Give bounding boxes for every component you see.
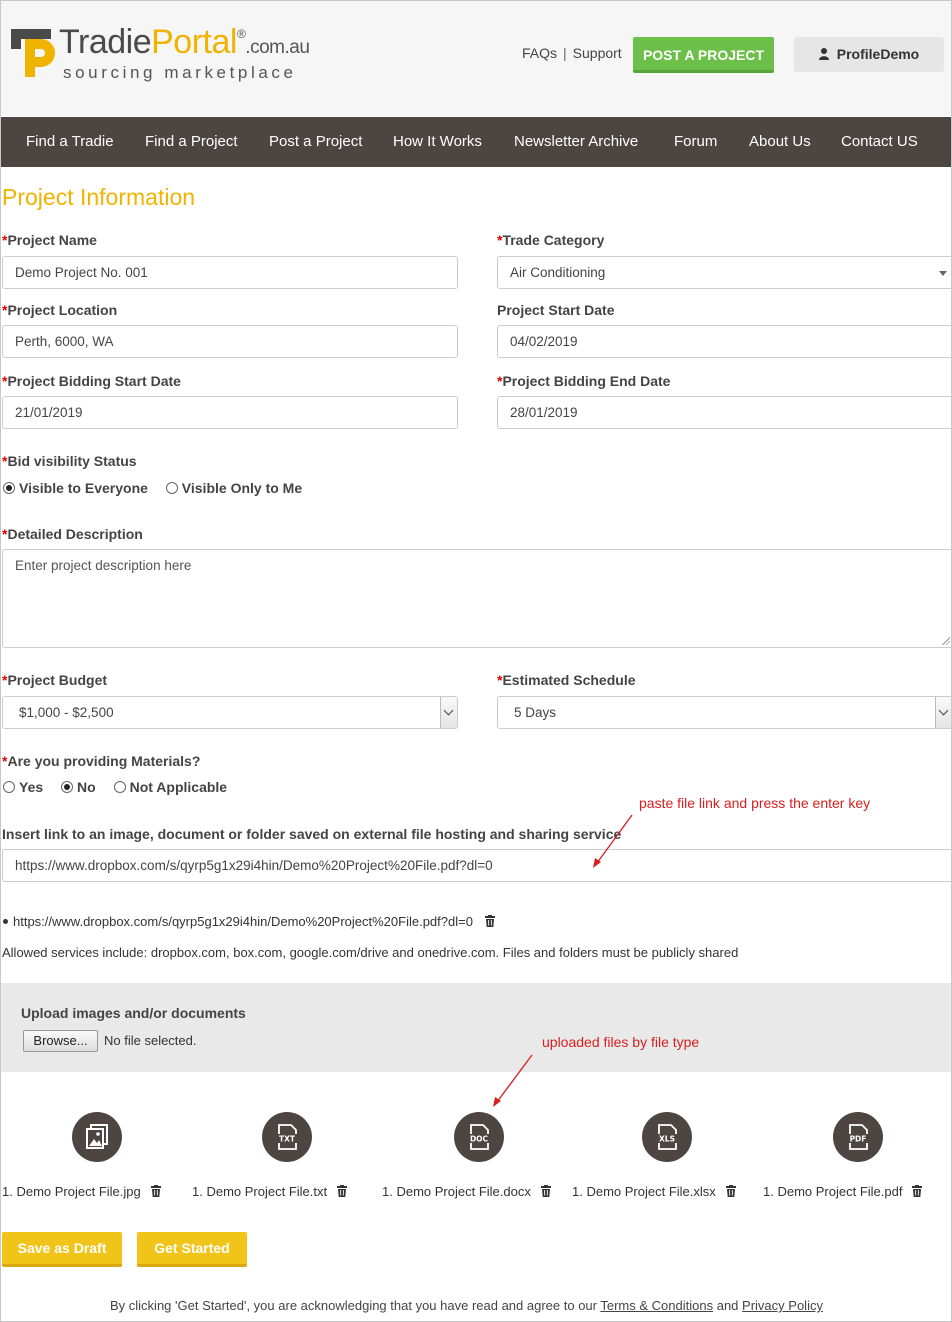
page-frame: TradiePortal®.com.au sourcing marketplac… [0, 0, 952, 1322]
files-hint-arrow-icon [493, 1054, 533, 1107]
link-hint-arrow-icon [593, 814, 633, 868]
annotation-arrows [493, 814, 633, 1107]
